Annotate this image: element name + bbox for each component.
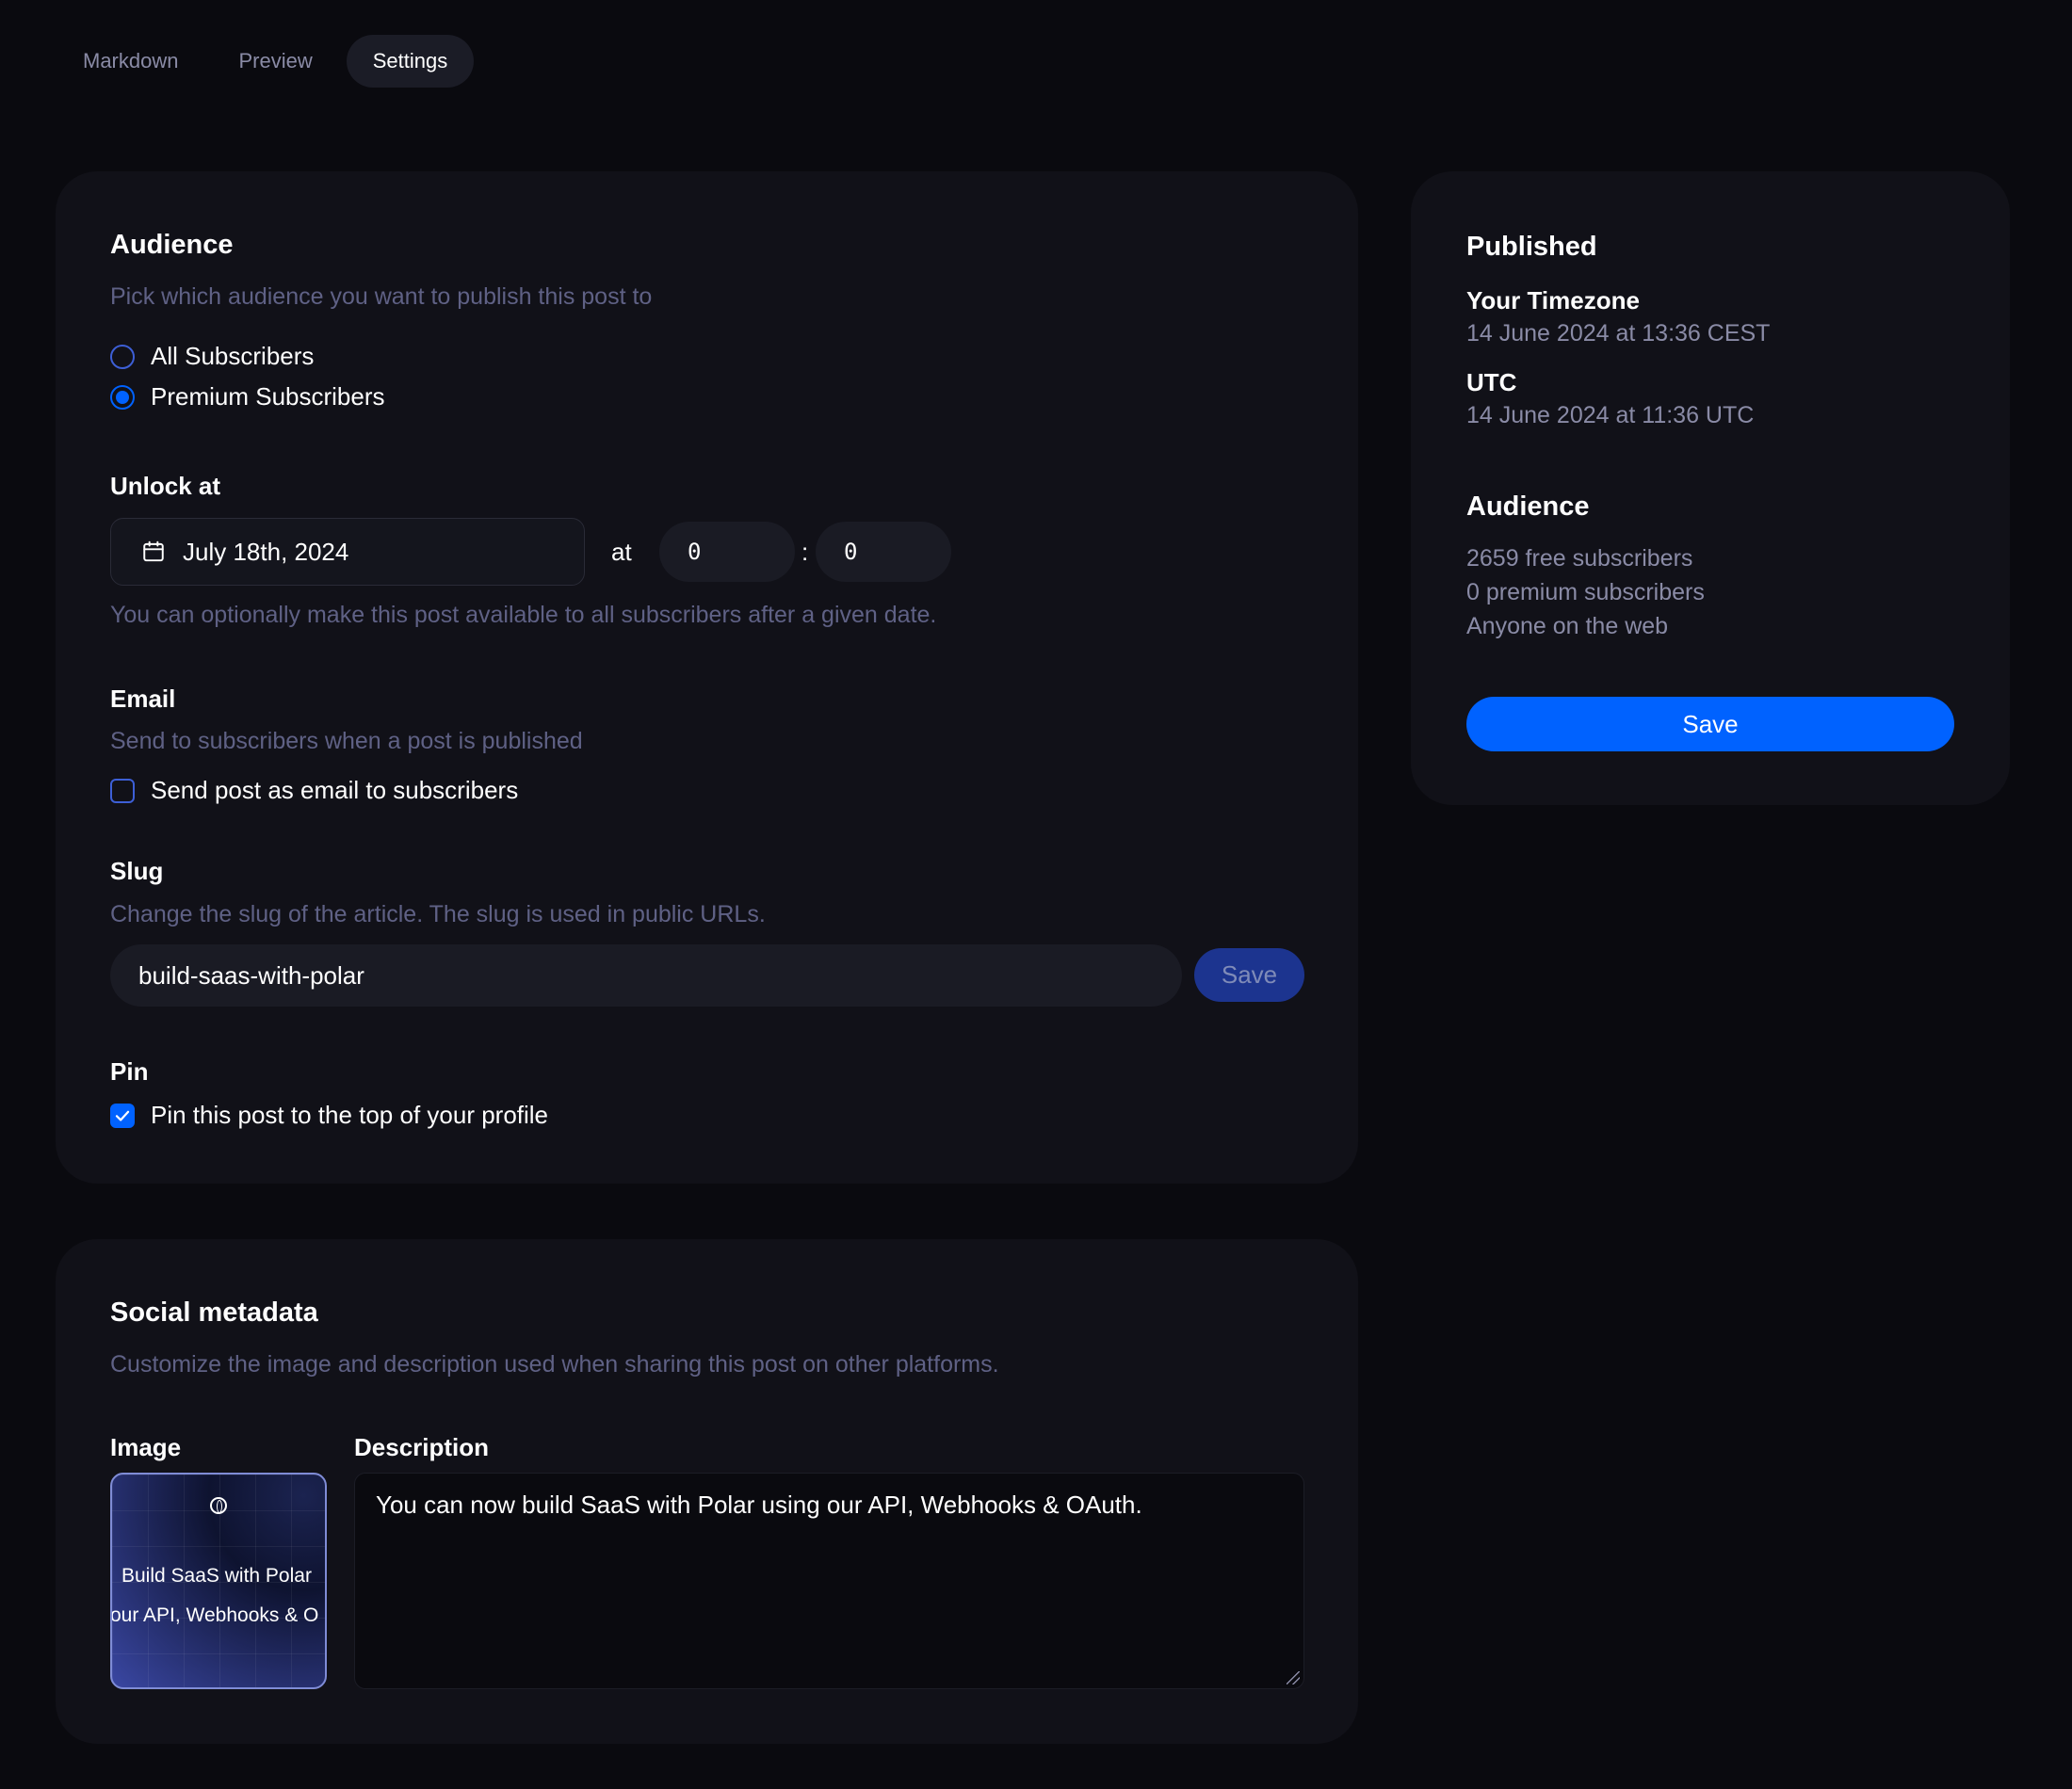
description-label: Description: [354, 1433, 490, 1461]
pin-title: Pin: [110, 1057, 149, 1086]
tab-settings[interactable]: Settings: [346, 35, 475, 88]
audience-option-label: All Subscribers: [151, 342, 315, 370]
image-text-line2: our API, Webhooks & O: [110, 1604, 319, 1626]
calendar-icon: [141, 540, 166, 564]
audience-description: Pick which audience you want to publish …: [110, 283, 653, 310]
pin-checkbox-label: Pin this post to the top of your profile: [151, 1101, 549, 1129]
email-option[interactable]: Send post as email to subscribers: [110, 776, 518, 805]
unlock-date-picker[interactable]: July 18th, 2024: [110, 518, 585, 586]
slug-title: Slug: [110, 857, 164, 885]
social-image-preview[interactable]: Build SaaS with Polar our API, Webhooks …: [110, 1473, 327, 1689]
radio-all-subscribers[interactable]: [110, 344, 135, 369]
tab-preview[interactable]: Preview: [212, 35, 338, 88]
slug-save-button[interactable]: Save: [1194, 948, 1304, 1002]
audience-title: Audience: [110, 230, 234, 260]
unlock-at-label: at: [611, 538, 632, 566]
image-text-line1: Build SaaS with Polar: [121, 1565, 312, 1587]
social-title: Social metadata: [110, 1297, 318, 1328]
utc-value: 14 June 2024 at 11:36 UTC: [1466, 402, 1755, 428]
description-value: You can now build SaaS with Polar using …: [376, 1491, 1142, 1519]
settings-card: [56, 171, 1358, 1184]
checkmark-icon: [115, 1110, 130, 1121]
unlock-hour-input[interactable]: 0: [659, 522, 795, 582]
description-textarea[interactable]: You can now build SaaS with Polar using …: [354, 1473, 1304, 1689]
radio-premium-subscribers[interactable]: [110, 384, 135, 410]
audience-option-all[interactable]: All Subscribers: [110, 342, 314, 371]
social-description: Customize the image and description used…: [110, 1351, 999, 1378]
polar-logo-icon: [210, 1497, 227, 1514]
audience-option-premium[interactable]: Premium Subscribers: [110, 382, 385, 411]
unlock-minute-input[interactable]: 0: [816, 522, 951, 582]
unlock-title: Unlock at: [110, 472, 221, 500]
your-timezone-value: 14 June 2024 at 13:36 CEST: [1466, 320, 1771, 347]
email-title: Email: [110, 685, 176, 713]
audience-option-label: Premium Subscribers: [151, 382, 385, 411]
slug-input[interactable]: build-saas-with-polar: [110, 944, 1182, 1007]
published-audience-title: Audience: [1466, 492, 1590, 522]
unlock-help: You can optionally make this post availa…: [110, 602, 937, 628]
publish-save-button[interactable]: Save: [1466, 697, 1954, 751]
your-timezone-label: Your Timezone: [1466, 286, 1640, 314]
email-checkbox-label: Send post as email to subscribers: [151, 776, 519, 804]
free-subscribers-count: 2659 free subscribers: [1466, 545, 1693, 572]
image-label: Image: [110, 1433, 182, 1461]
tab-bar: Markdown Preview Settings: [57, 35, 475, 88]
slug-description: Change the slug of the article. The slug…: [110, 901, 766, 927]
pin-option[interactable]: Pin this post to the top of your profile: [110, 1101, 548, 1130]
tab-markdown[interactable]: Markdown: [57, 35, 204, 88]
pin-checkbox[interactable]: [110, 1103, 135, 1128]
email-description: Send to subscribers when a post is publi…: [110, 728, 583, 754]
resize-handle-icon[interactable]: [1287, 1671, 1300, 1684]
premium-subscribers-count: 0 premium subscribers: [1466, 579, 1705, 605]
utc-label: UTC: [1466, 368, 1517, 396]
time-separator: :: [801, 538, 809, 566]
published-title: Published: [1466, 232, 1597, 262]
web-audience: Anyone on the web: [1466, 613, 1669, 639]
email-checkbox[interactable]: [110, 778, 135, 803]
unlock-date-value: July 18th, 2024: [183, 537, 349, 566]
